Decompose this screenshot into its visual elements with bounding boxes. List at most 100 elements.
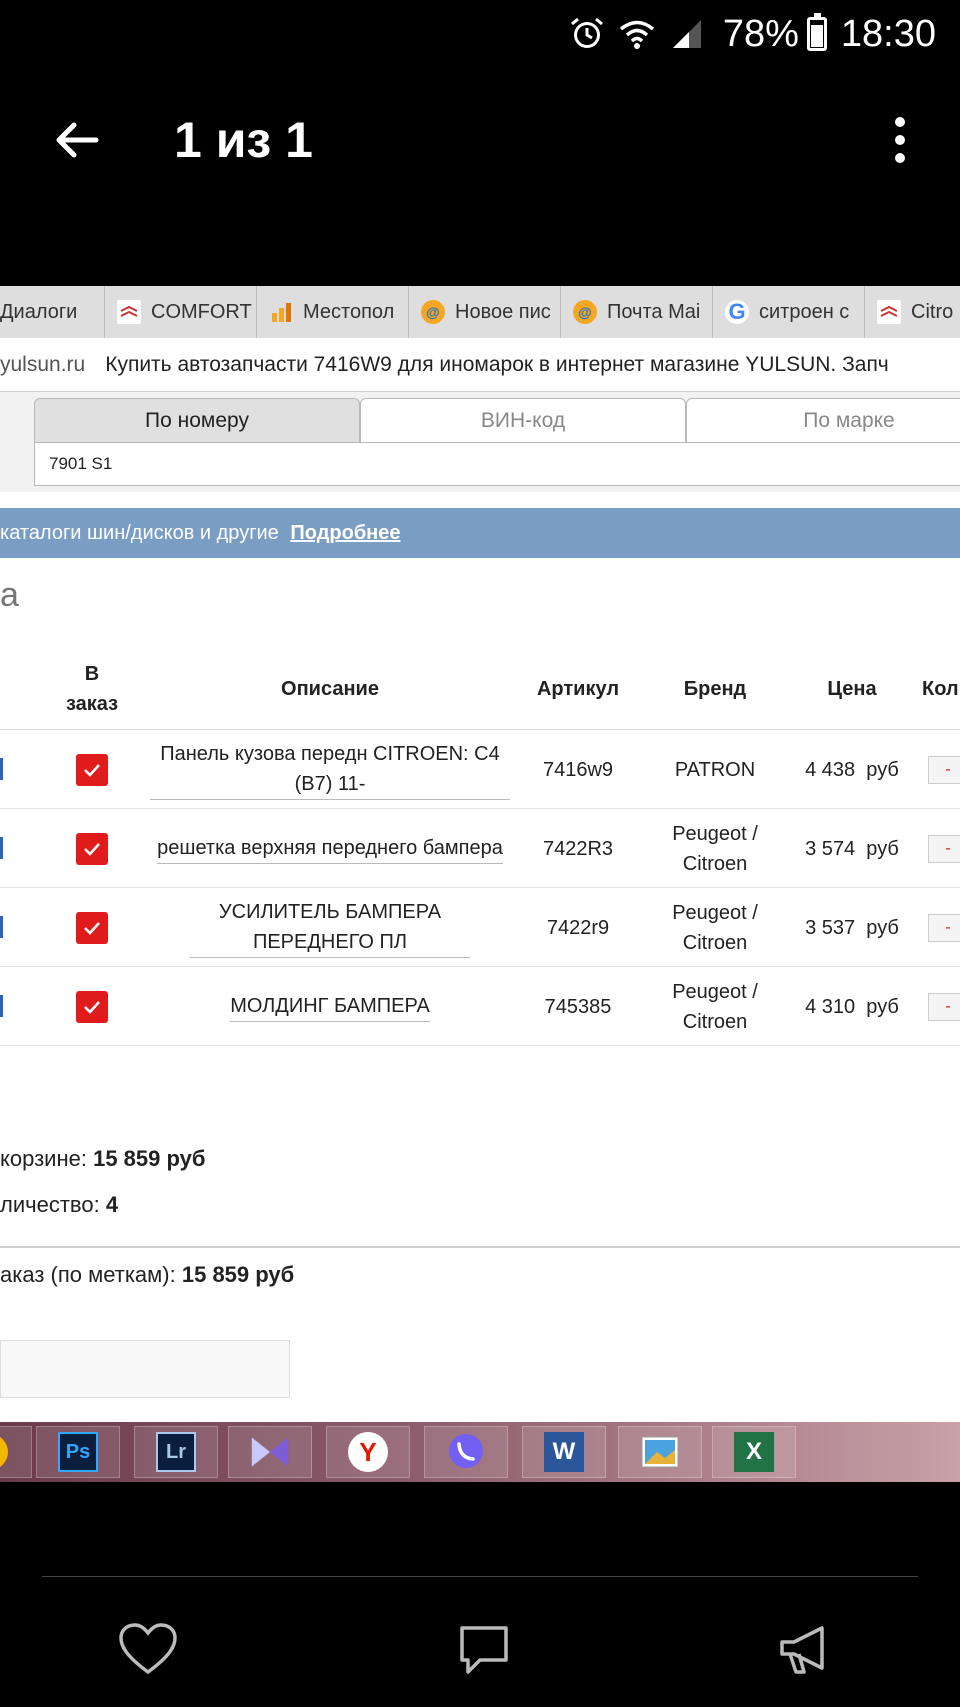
dot-icon (895, 117, 905, 127)
megaphone-icon (780, 1626, 824, 1674)
banner-text: каталоги шин/дисков и другие (0, 522, 279, 544)
share-button[interactable] (766, 1610, 846, 1690)
tab-label: ситроен с (759, 300, 850, 323)
taskbar-app[interactable]: Y (326, 1426, 410, 1478)
alarm-icon (570, 17, 603, 48)
browser-tab[interactable]: @ Новое пис (409, 286, 561, 338)
order-checkbox-cell (52, 809, 132, 888)
row-brand: Peugeot / Citroen (672, 822, 758, 875)
order-checkbox-cell (52, 888, 132, 967)
banner-more-link[interactable]: Подробнее (290, 522, 400, 544)
order-checkbox[interactable] (76, 753, 108, 786)
more-options-button[interactable] (880, 100, 920, 180)
order-checkbox-cell (52, 730, 132, 809)
address-bar[interactable]: yulsun.ru Купить автозапчасти 7416W9 для… (0, 338, 960, 392)
taskbar-app[interactable]: Lr (134, 1426, 218, 1478)
citroen-icon (877, 300, 901, 324)
browser-tab[interactable]: Диалоги (0, 286, 105, 338)
media-player-icon (250, 1432, 290, 1472)
search-input[interactable]: 7901 S1 (34, 442, 960, 486)
col-order: В заказ (65, 663, 119, 715)
row-price: 4 310 руб (805, 995, 899, 1018)
info-banner: каталоги шин/дисков и другие Подробнее (0, 508, 960, 558)
row-brand: Peugeot / Citroen (672, 901, 758, 954)
page-title: Купить автозапчасти 7416W9 для иномарок … (105, 352, 889, 376)
taskbar-app[interactable]: Ps (36, 1426, 120, 1478)
row-brand: Peugeot / Citroen (672, 980, 758, 1033)
battery-icon (806, 13, 827, 51)
viber-icon (446, 1432, 486, 1472)
order-checkbox[interactable] (76, 832, 108, 865)
back-button[interactable] (36, 100, 116, 180)
photoshop-icon: Ps (58, 1432, 98, 1472)
google-icon: G (725, 299, 749, 324)
table-row: МОЛДИНГ БАМПЕРА 745385 Peugeot / Citroen… (0, 967, 960, 1046)
col-price: Цена (827, 677, 877, 700)
browser-tab[interactable]: @ Почта Mai (561, 286, 713, 338)
battery-percent: 78% (722, 12, 799, 55)
tab-label: Местопол (303, 300, 395, 323)
taskbar-app[interactable]: X (712, 1426, 796, 1478)
row-marker (0, 837, 3, 859)
browser-tab[interactable]: Citro (865, 286, 960, 338)
browser-tab-bar: Диалоги COMFORT Местопол @ Новое пис @ П… (0, 286, 960, 338)
col-article: Артикул (536, 677, 620, 700)
arrow-left-icon (56, 122, 99, 158)
screenshot-image: Диалоги COMFORT Местопол @ Новое пис @ П… (0, 286, 960, 1482)
decrease-qty-button[interactable]: - (928, 993, 960, 1021)
clock: 18:30 (840, 12, 936, 55)
comment-button[interactable] (444, 1610, 524, 1690)
gallery-viewer: 78% 18:30 1 из 1 Диалоги COMFORT Местопо… (0, 0, 960, 1707)
table-row: Панель кузова передн CITROEN: C4 (B7) 11… (0, 730, 960, 809)
row-price: 3 537 руб (805, 916, 899, 939)
order-checkbox[interactable] (76, 911, 108, 944)
decrease-qty-button[interactable]: - (928, 835, 960, 863)
image-viewer-icon (640, 1432, 680, 1472)
cart-total: корзине: 15 859 руб (0, 1146, 206, 1171)
mail-at-icon: @ (573, 300, 597, 324)
row-description[interactable]: МОЛДИНГ БАМПЕРА (150, 967, 510, 1046)
row-price: 4 438 руб (805, 758, 899, 781)
checkmark-icon (84, 763, 100, 777)
browser-tab[interactable]: COMFORT (105, 286, 257, 338)
citroen-icon (117, 300, 141, 324)
chrome-icon (0, 1432, 10, 1472)
page-counter-title: 1 из 1 (174, 112, 313, 168)
excel-icon: X (734, 1432, 774, 1472)
taskbar-app[interactable] (228, 1426, 312, 1478)
taskbar-app[interactable]: W (522, 1426, 606, 1478)
bottom-divider (42, 1576, 918, 1577)
signal-icon (672, 20, 701, 48)
table-row: решетка верхняя переднего бампера 7422R3… (0, 809, 960, 888)
row-marker (0, 916, 3, 938)
wifi-icon (619, 20, 654, 49)
row-description[interactable]: УСИЛИТЕЛЬ БАМПЕРА ПЕРЕДНЕГО ПЛ (150, 888, 510, 967)
taskbar-app[interactable] (618, 1426, 702, 1478)
dot-icon (895, 153, 905, 163)
section-heading: а (0, 576, 19, 614)
row-description[interactable]: Панель кузова передн CITROEN: C4 (B7) 11… (150, 730, 510, 809)
app-bar: 1 из 1 (0, 80, 960, 200)
table-header: В заказ Описание Артикул Бренд Цена Кол (0, 648, 960, 730)
taskbar-app[interactable] (0, 1426, 32, 1478)
checkmark-icon (84, 842, 100, 856)
like-button[interactable] (108, 1610, 188, 1690)
browser-tab[interactable]: G ситроен с (713, 286, 865, 338)
tab-by-brand[interactable]: По марке (686, 398, 960, 442)
row-description[interactable]: решетка верхняя переднего бампера (150, 809, 510, 888)
row-marker (0, 995, 3, 1017)
row-brand: PATRON (674, 758, 756, 781)
browser-tab[interactable]: Местопол (257, 286, 409, 338)
order-checkbox-cell (52, 967, 132, 1046)
summary-divider (0, 1246, 960, 1248)
order-checkbox[interactable] (76, 990, 108, 1023)
tab-label: COMFORT (151, 300, 252, 323)
dot-icon (895, 135, 905, 145)
comment-box[interactable] (0, 1340, 290, 1398)
decrease-qty-button[interactable]: - (928, 914, 960, 942)
decrease-qty-button[interactable]: - (928, 756, 960, 784)
search-panel: По номеру ВИН-код По марке 7901 S1 (0, 392, 960, 492)
tab-by-number[interactable]: По номеру (34, 398, 360, 442)
taskbar-app[interactable] (424, 1426, 508, 1478)
tab-vin-code[interactable]: ВИН-код (360, 398, 686, 442)
